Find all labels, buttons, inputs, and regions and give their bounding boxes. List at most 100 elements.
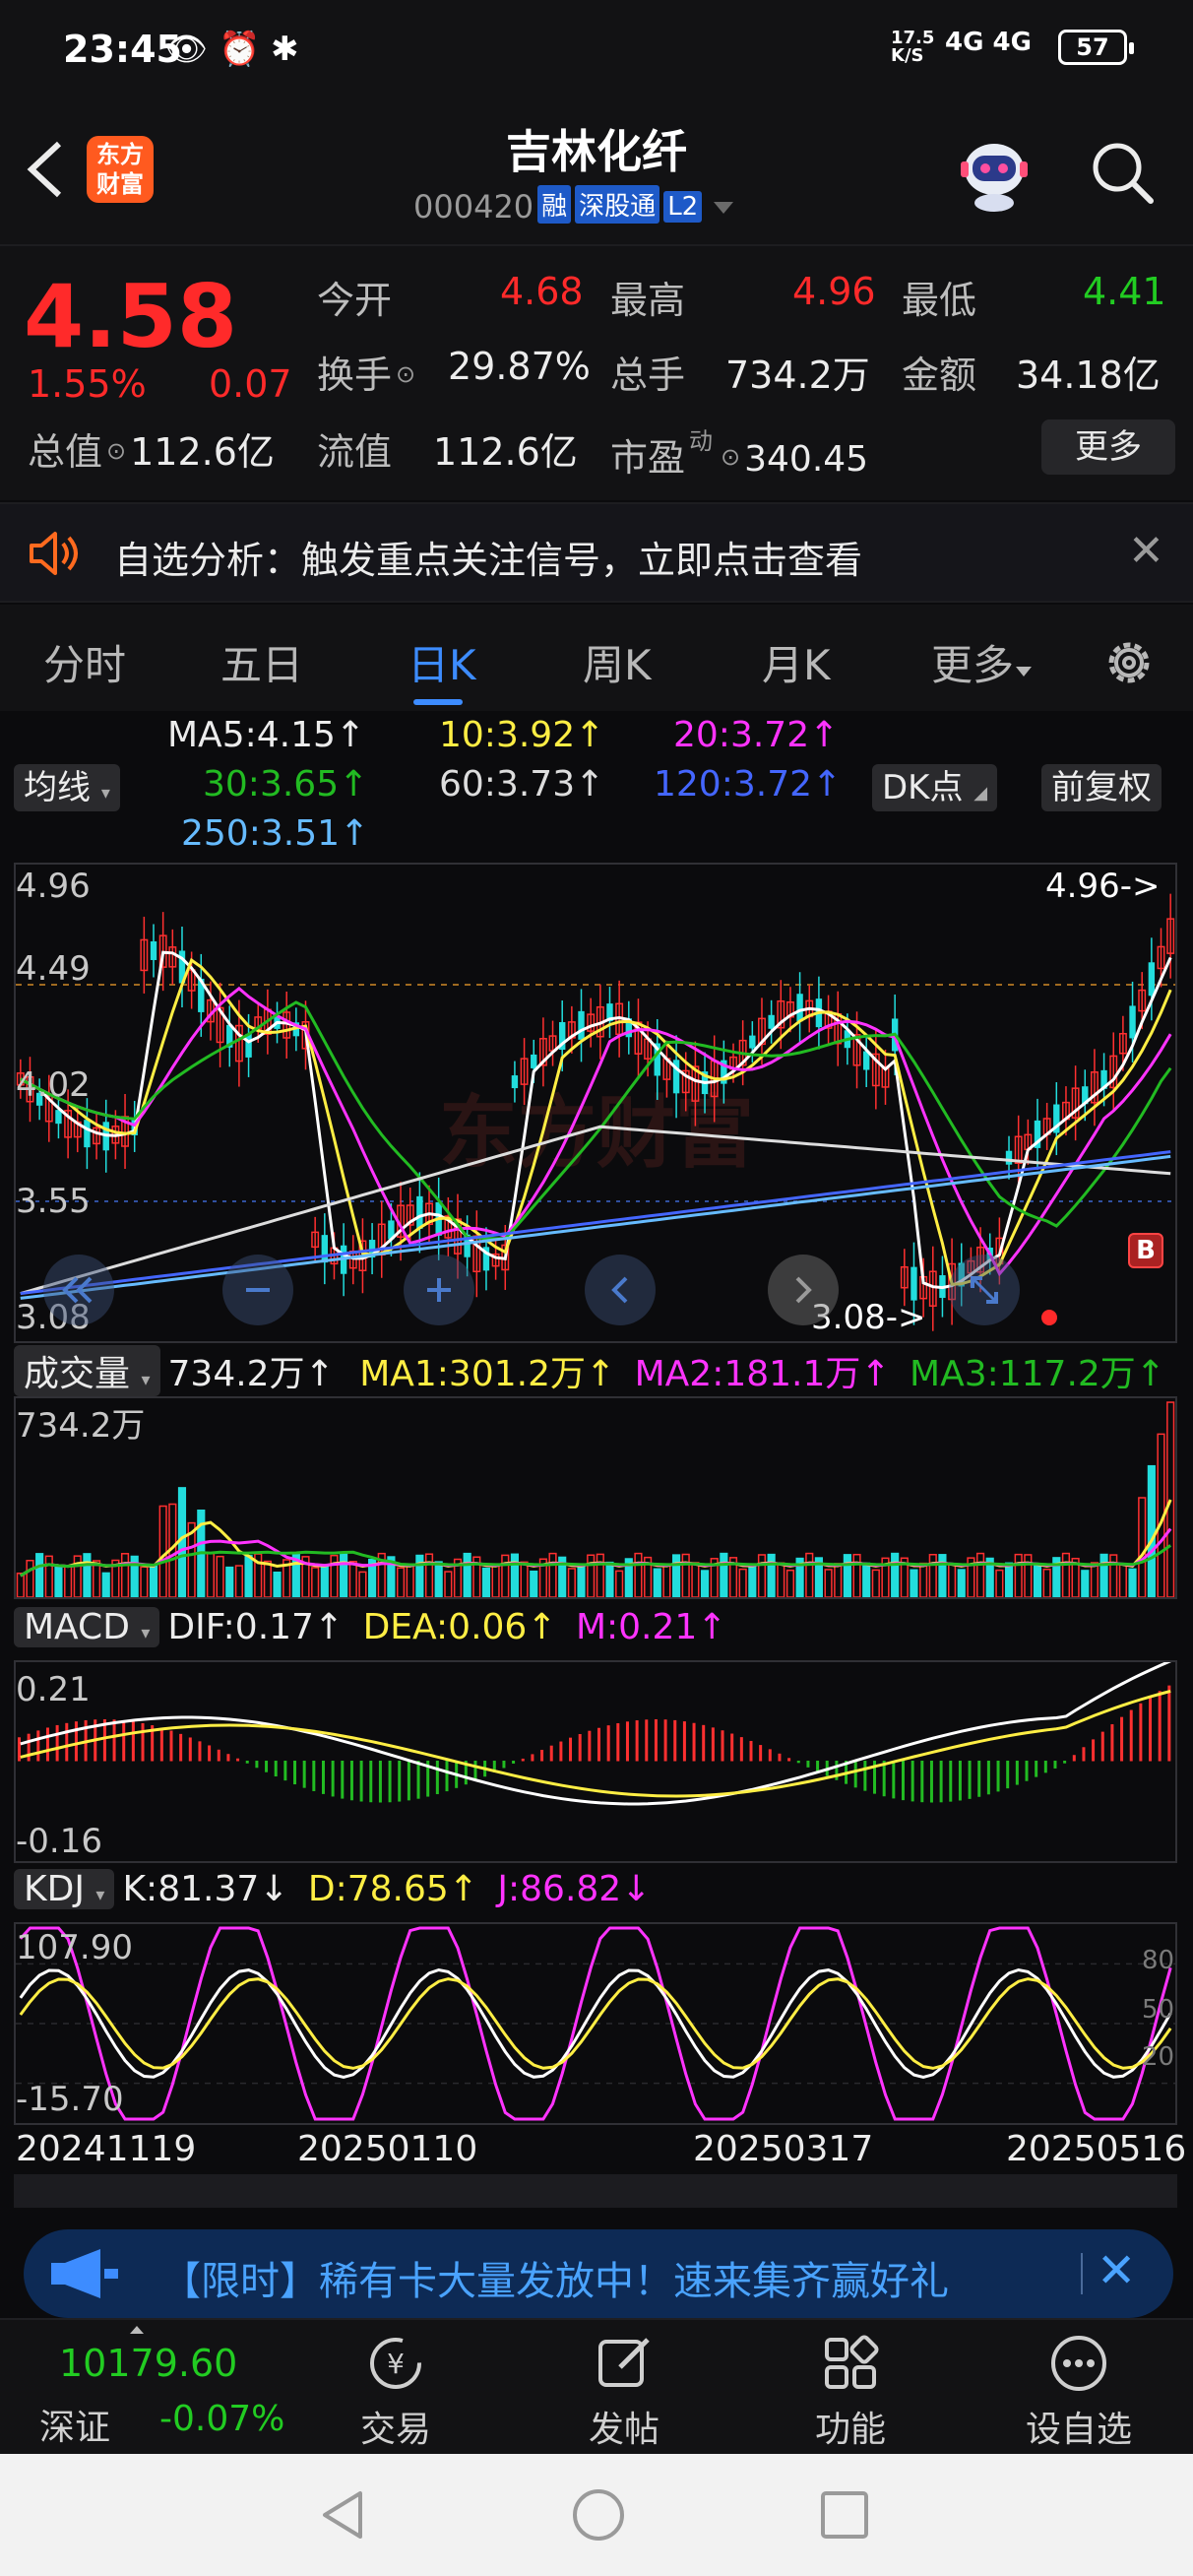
macd-histogram-bar (1025, 1761, 1029, 1781)
gear-icon[interactable] (1100, 634, 1158, 691)
macd-histogram-bar (996, 1761, 1000, 1792)
status-time: 23:45 (63, 28, 182, 71)
macd-histogram-bar (1082, 1747, 1086, 1762)
ma5-legend: MA5:4.15↑ (167, 715, 366, 755)
zoom-in-button[interactable] (404, 1255, 474, 1325)
volume-chart[interactable] (16, 1398, 1175, 1597)
nav-add-watchlist[interactable]: 设自选 (1000, 2332, 1158, 2452)
macd-chart[interactable] (16, 1662, 1175, 1861)
collapse-arrow-icon[interactable] (130, 2326, 144, 2334)
macd-histogram-bar (625, 1721, 629, 1762)
dk-point-button[interactable]: DK点 ◢ (872, 764, 998, 811)
volume-bar (938, 1554, 947, 1597)
ma20-legend: 20:3.72↑ (673, 715, 840, 755)
nav-features[interactable]: 功能 (772, 2332, 929, 2452)
kdj-level-20: 20 (1142, 2042, 1175, 2072)
macd-histogram-bar (359, 1761, 363, 1802)
home-circle-icon[interactable] (569, 2485, 628, 2544)
macd-histogram-bar (274, 1761, 278, 1777)
macd-histogram-bar (27, 1733, 31, 1762)
kdj-selector[interactable]: KDJ ▾ (14, 1869, 115, 1909)
volume-bar (1081, 1570, 1090, 1597)
info-icon: ⊙ (106, 437, 127, 465)
scroll-left-button[interactable] (585, 1255, 656, 1325)
more-quote-button[interactable]: 更多 (1041, 419, 1175, 475)
adjust-button[interactable]: 前复权 (1041, 764, 1162, 811)
tab-weekly-k[interactable]: 周K (583, 632, 652, 692)
mktcap-field[interactable]: 总值 ⊙ 112.6亿 (28, 421, 275, 476)
scroll-right-button[interactable] (768, 1255, 839, 1325)
robot-assistant-icon[interactable] (953, 134, 1036, 213)
stock-code-line[interactable]: 000420 融深股通 L2 (413, 185, 735, 225)
system-navigation (0, 2454, 1193, 2576)
more-dots-icon (1051, 2336, 1106, 2391)
macd-histogram-bar (863, 1761, 867, 1791)
ma60-legend: 60:3.73↑ (439, 764, 605, 805)
tab-intraday[interactable]: 分时 (43, 632, 126, 692)
macd-histogram-bar (1139, 1703, 1143, 1762)
date-label: 20250317 (693, 2129, 874, 2169)
chart-scrollbar[interactable] (14, 2174, 1177, 2208)
macd-histogram-bar (349, 1761, 353, 1801)
search-icon[interactable] (1088, 138, 1157, 207)
max-price-marker: 4.96-> (1045, 867, 1161, 906)
quote-panel: 4.58 1.55% 0.07 今开 4.68 最高 4.96 最低 4.41 … (0, 244, 1193, 500)
macd-histogram-bar (159, 1727, 163, 1762)
scroll-left-fast-button[interactable] (43, 1255, 114, 1325)
zoom-out-button[interactable] (222, 1255, 293, 1325)
kdj-legend: KDJ ▾ K:81.37↓ D:78.65↑ J:86.82↓ (14, 1869, 651, 1909)
macd-histogram-bar (1158, 1691, 1162, 1762)
tab-more[interactable]: 更多 (931, 632, 1034, 692)
close-icon[interactable]: ✕ (1128, 526, 1164, 576)
macd-histogram-bar (293, 1761, 297, 1785)
volume-bar (700, 1570, 710, 1597)
macd-histogram-bar (445, 1761, 449, 1792)
tab-daily-k[interactable]: 日K (408, 632, 476, 692)
macd-histogram-bar (739, 1737, 743, 1762)
date-label: 20250110 (297, 2129, 478, 2169)
fullscreen-button[interactable] (949, 1255, 1020, 1325)
macd-histogram-bar (645, 1719, 649, 1762)
volume-bar (520, 1561, 529, 1597)
buy-signal-badge[interactable]: B (1128, 1233, 1163, 1268)
promo-banner[interactable]: 【限时】稀有卡大量发放中！速来集齐赢好礼 ✕ (24, 2229, 1173, 2318)
macd-histogram-bar (341, 1761, 345, 1799)
close-icon[interactable]: ✕ (1097, 2243, 1136, 2298)
volume-bar (785, 1569, 795, 1597)
candle (1129, 1005, 1136, 1039)
volume-bar (777, 1562, 785, 1597)
macd-histogram-bar (331, 1761, 335, 1797)
volume-bar (548, 1552, 557, 1597)
float-field: 流值 (317, 430, 393, 474)
macd-selector[interactable]: MACD ▾ (14, 1607, 160, 1647)
macd-histogram-bar (18, 1737, 21, 1762)
macd-histogram-bar (1072, 1755, 1076, 1762)
pe-field[interactable]: 市盈 动⊙ 340.45 (610, 421, 868, 482)
volume-selector[interactable]: 成交量 ▾ (14, 1345, 160, 1396)
macd-histogram-bar (65, 1722, 69, 1762)
volume-bar (530, 1570, 538, 1597)
volume-bar (491, 1564, 500, 1597)
volume-bar (1138, 1497, 1147, 1597)
nav-post[interactable]: 发帖 (545, 2332, 703, 2452)
macd-histogram-bar (569, 1737, 573, 1762)
back-triangle-icon[interactable] (317, 2487, 372, 2543)
volume-bar (149, 1565, 158, 1597)
alert-text: 自选分析：触发重点关注信号，立即点击查看 (114, 539, 863, 582)
volume-bar (1099, 1553, 1108, 1597)
tab-five-day[interactable]: 五日 (220, 632, 303, 692)
alert-banner[interactable]: 自选分析：触发重点关注信号，立即点击查看 ✕ (0, 502, 1193, 603)
volume-bar (1042, 1568, 1051, 1597)
recents-square-icon[interactable] (817, 2487, 872, 2543)
index-value[interactable]: 10179.60 (59, 2342, 237, 2385)
nav-trade[interactable]: ¥ 交易 (317, 2332, 474, 2452)
kdj-chart[interactable] (16, 1924, 1175, 2123)
macd-histogram-bar (958, 1761, 962, 1801)
ma-selector[interactable]: 均线 ▾ (14, 764, 120, 811)
macd-histogram-bar (796, 1761, 800, 1764)
turnover-field[interactable]: 换手 ⊙ (317, 345, 419, 399)
volume-bar (928, 1553, 937, 1597)
tab-monthly-k[interactable]: 月K (762, 632, 831, 692)
macd-histogram-bar (1043, 1761, 1047, 1773)
macd-histogram-bar (36, 1730, 40, 1762)
